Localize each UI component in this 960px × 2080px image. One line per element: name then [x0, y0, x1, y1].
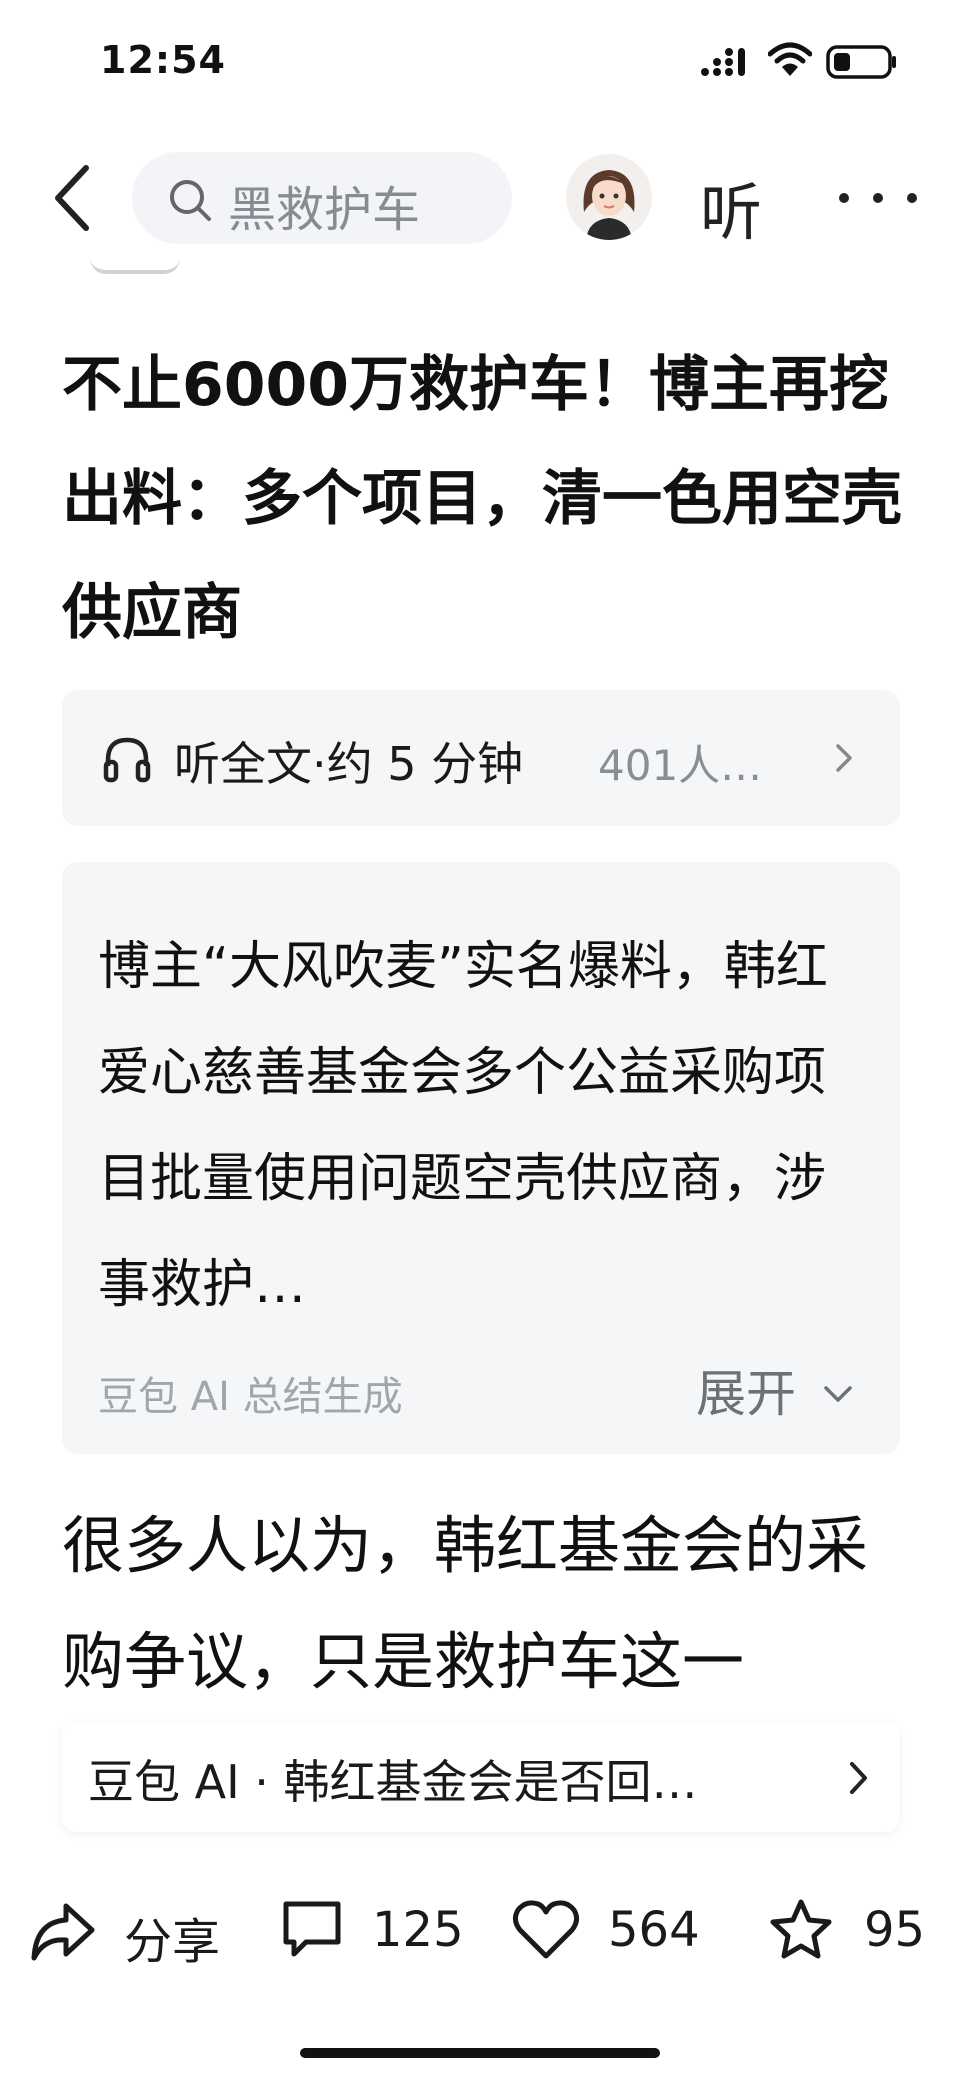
share-label: 分享 — [124, 1914, 221, 1970]
chevron-down-icon[interactable] — [820, 1382, 856, 1406]
share-button[interactable]: 分享 — [28, 1892, 228, 1972]
heart-icon — [512, 1900, 580, 1959]
star-icon — [770, 1899, 832, 1959]
battery-icon — [826, 45, 896, 79]
comment-count: 125 — [372, 1902, 464, 1958]
favorite-count: 95 — [864, 1902, 926, 1958]
article-body: 很多人以为，韩红基金会的采购争议，只是救护车这一 — [62, 1509, 869, 1698]
back-icon[interactable] — [46, 162, 102, 234]
comment-button[interactable]: 125 — [280, 1892, 480, 1972]
expand-label: 展开 — [696, 1365, 796, 1423]
listen-count: 401人… — [598, 741, 763, 790]
chevron-right-icon — [836, 744, 852, 772]
avatar-image — [566, 154, 652, 240]
ai-question-text: 豆包 AI · 韩红基金会是否回… — [88, 1755, 698, 1809]
headphone-icon — [103, 737, 151, 783]
listen-full-card[interactable]: 听全文·约 5 分钟 401人… — [62, 690, 900, 826]
article-title: 不止6000万救护车！博主再挖出料：多个项目，清一色用空壳供应商 — [62, 350, 902, 648]
status-time: 12:54 — [100, 38, 226, 82]
chevron-right-icon — [850, 1762, 867, 1794]
favorite-button[interactable]: 95 — [768, 1892, 948, 1972]
summary-text: 博主“大风吹麦”实名爆料，韩红爱心慈善基金会多个公益采购项目批量使用问题空壳供应… — [98, 937, 828, 1315]
search-icon — [170, 180, 211, 221]
home-indicator — [300, 2048, 660, 2058]
summary-source: 豆包 AI 总结生成 — [98, 1374, 403, 1420]
signal-icon — [701, 48, 745, 76]
more-icon[interactable] — [836, 190, 920, 206]
avatar[interactable] — [566, 154, 652, 240]
nav-bar: 黑救护车 听 — [0, 140, 960, 255]
search-box[interactable]: 黑救护车 — [132, 152, 512, 244]
share-icon — [31, 1903, 95, 1961]
expand-button[interactable]: 展开 — [696, 1354, 796, 1426]
like-count: 564 — [608, 1902, 700, 1958]
like-button[interactable]: 564 — [512, 1892, 712, 1972]
status-bar: 12:54 — [0, 0, 960, 130]
action-bar: 分享 125 564 95 — [0, 1880, 960, 1990]
author-meta-partial — [90, 258, 180, 274]
listen-button[interactable]: 听 — [700, 162, 762, 252]
ai-summary-card: 博主“大风吹麦”实名爆料，韩红爱心慈善基金会多个公益采购项目批量使用问题空壳供应… — [62, 862, 900, 1454]
comment-icon — [283, 1901, 341, 1957]
listen-full-label: 听全文·约 5 分钟 — [174, 737, 524, 791]
ai-question-bar[interactable]: 豆包 AI · 韩红基金会是否回… — [62, 1722, 900, 1832]
wifi-icon — [768, 42, 812, 76]
search-text: 黑救护车 — [228, 182, 421, 238]
